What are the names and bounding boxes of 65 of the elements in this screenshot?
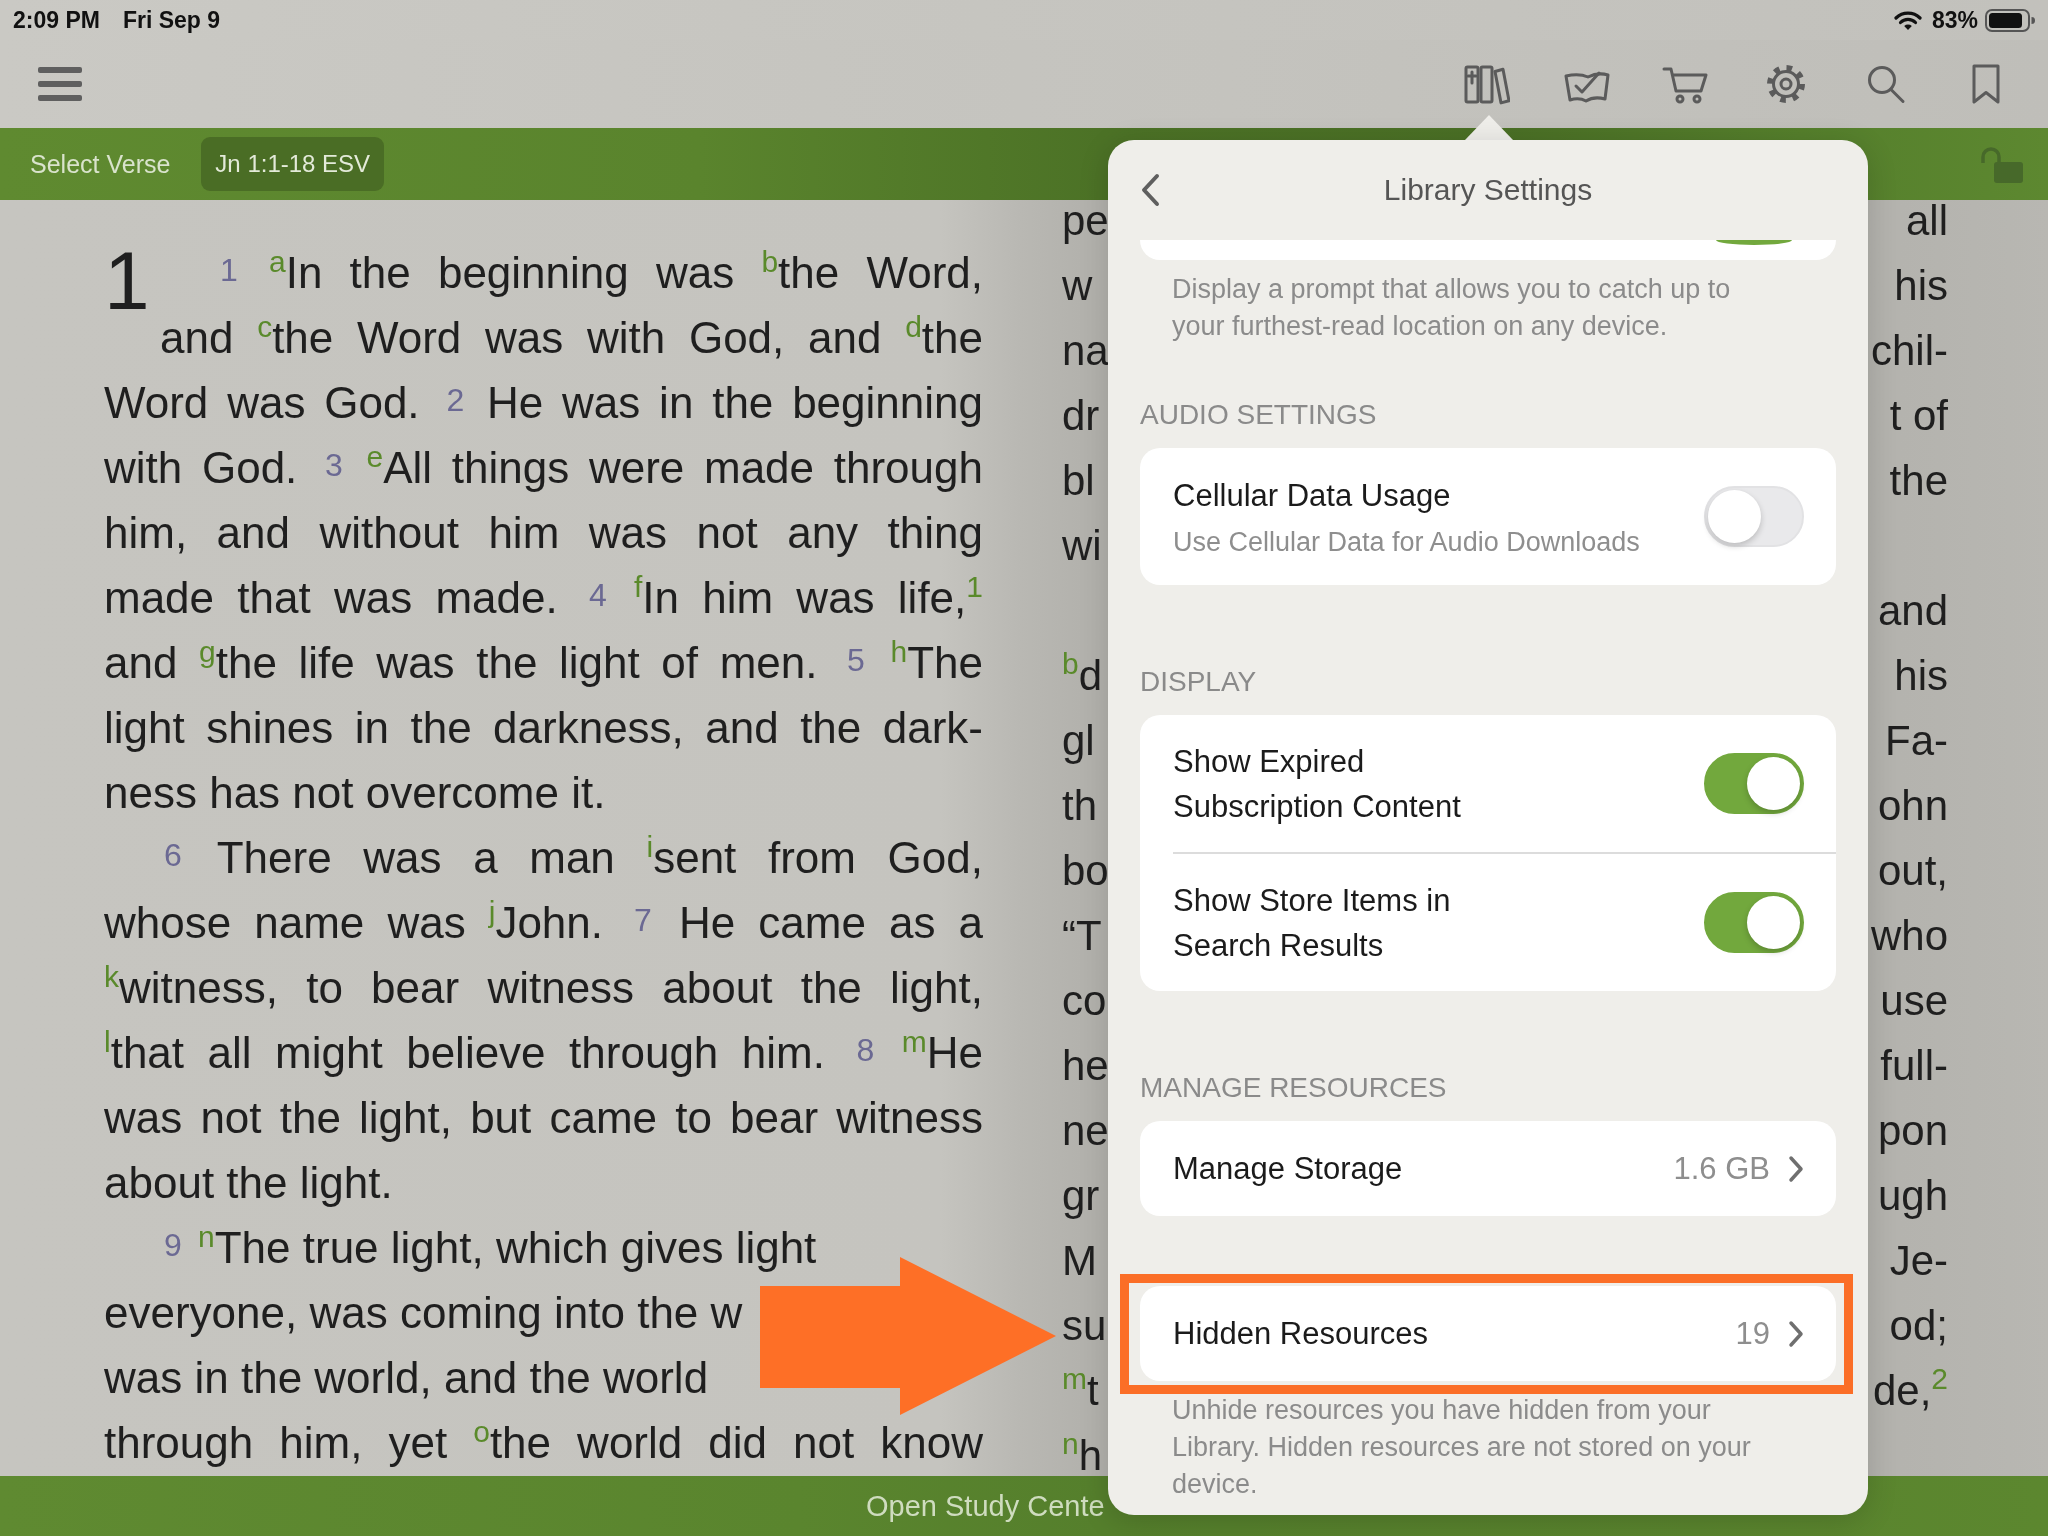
page-text-fragment: use: [1880, 980, 1948, 1021]
section-header: AUDIO SETTINGS: [1140, 398, 1378, 432]
page-text-fragment: w: [1062, 265, 1093, 306]
page-text-fragment: su: [1062, 1305, 1107, 1346]
page-text-fragment: ne: [1062, 1110, 1109, 1151]
page-text-fragment: the: [1889, 460, 1948, 501]
row-label[interactable]: Hidden Resources: [1173, 1311, 1429, 1356]
page-text-fragment: Fa-: [1885, 720, 1948, 761]
page-text-fragment: na: [1062, 330, 1109, 371]
chevron-icon[interactable]: [1788, 1319, 1804, 1348]
reference-button[interactable]: Jn 1:1-18 ESV: [201, 137, 385, 191]
toggle-switch[interactable]: [1704, 753, 1804, 814]
page-text-fragment: th: [1062, 785, 1098, 826]
page-text-fragment: out,: [1877, 850, 1948, 891]
row-value: 19: [1735, 1315, 1770, 1352]
section-header: MANAGE RESOURCES: [1140, 1071, 1448, 1105]
toggle-switch[interactable]: [1704, 892, 1804, 953]
page-text-fragment: he: [1062, 1045, 1109, 1086]
setting-description: Use Cellular Data for Audio Downloads: [1173, 526, 1641, 559]
chevron-icon[interactable]: [1788, 1154, 1804, 1183]
setting-label: Cellular Data Usage: [1173, 477, 1452, 515]
page-text-fragment: $^{m}$t: [1062, 1370, 1099, 1411]
status-time: 2:09 PM: [13, 6, 100, 34]
page-text-fragment: t of: [1889, 395, 1948, 436]
page-text-fragment: “T: [1062, 915, 1102, 956]
toggle-switch[interactable]: [1716, 240, 1792, 245]
scripture-paragraph: $^{6}$ There was a man $^{i}$sent from God, whose name was $^{j}$John. $^{7}$ He came as a $^{k}$witness, to bear witness about the light, $^{l}$that all might believe through him. $^{8}$ $^{m}$He was not the light, but came to bear witness about the light.: [104, 828, 983, 1209]
setting-label: Show Store Items in Search Results: [1173, 881, 1452, 965]
wifi-icon: [1893, 9, 1922, 31]
battery-percentage: 83%: [1931, 6, 1978, 34]
page-text-fragment: od;: [1889, 1305, 1948, 1346]
page-text-fragment: who: [1870, 915, 1948, 956]
page-text-fragment: his: [1894, 655, 1948, 696]
page-text-fragment: co: [1062, 980, 1107, 1021]
menu-icon[interactable]: [38, 67, 82, 101]
back-icon[interactable]: [1140, 173, 1160, 207]
battery-icon: [1985, 8, 2035, 32]
row-label[interactable]: Manage Storage: [1173, 1146, 1403, 1191]
page-text-fragment: full-: [1880, 1045, 1948, 1086]
popover-title: Library Settings: [1382, 173, 1594, 207]
scripture-line: was in the world, and the world: [104, 1352, 709, 1403]
page-text-fragment: chil-: [1871, 330, 1948, 371]
study-center-button[interactable]: Open Study Cente: [866, 1489, 1105, 1523]
section-header: DISPLAY: [1140, 665, 1258, 699]
row-value: 1.6 GB: [1673, 1150, 1770, 1187]
scripture-line: everyone, was coming into the w: [104, 1287, 743, 1338]
page-text-fragment: bl: [1062, 460, 1095, 501]
select-verse-button[interactable]: Select Verse: [30, 149, 171, 179]
page-text-fragment: wi: [1062, 525, 1102, 566]
page-text-fragment: Je-: [1889, 1240, 1948, 1281]
page-text-fragment: and: [1877, 590, 1948, 631]
page-text-fragment: dr: [1062, 395, 1100, 436]
page-text-fragment: $^{n}$h: [1062, 1435, 1103, 1476]
page-text-fragment: M: [1062, 1240, 1097, 1281]
page-text-fragment: de,$^{2}$: [1872, 1370, 1948, 1411]
setting-label: Show Expired Subscription Content: [1173, 742, 1462, 826]
page-text-fragment: all: [1905, 200, 1948, 241]
page-text-fragment: bo: [1062, 850, 1109, 891]
section-description: Display a prompt that allows you to catch up to your furthest-read location on any device.: [1171, 273, 1732, 343]
page-text-fragment: his: [1894, 265, 1948, 306]
scripture-paragraph: 1 $^{1}$ $^{a}$In the beginning was $^{b}$the Word, and $^{c}$the Word was with God, and $^{d}$the Word was God. $^{2}$ He was in the beginning with God. $^{3}$ $^{e}$All things were made through him, and without him was not any thing made that was made. $^{4}$ $^{f}$In him was life,$^{1}$ and $^{g}$the life was the light of men. $^{5}$ $^{h}$The light shines in the darkness, and the dark- ness has not overcome it.: [104, 240, 983, 819]
scripture-line: through him, yet $^{o}$the world did not know: [104, 1417, 983, 1468]
page-text-fragment: ohn: [1877, 785, 1948, 826]
section-description: Unhide resources you have hidden from your Library. Hidden resources are not stored on your device.: [1171, 1394, 1752, 1501]
status-date: Fri Sep 9: [122, 6, 221, 34]
